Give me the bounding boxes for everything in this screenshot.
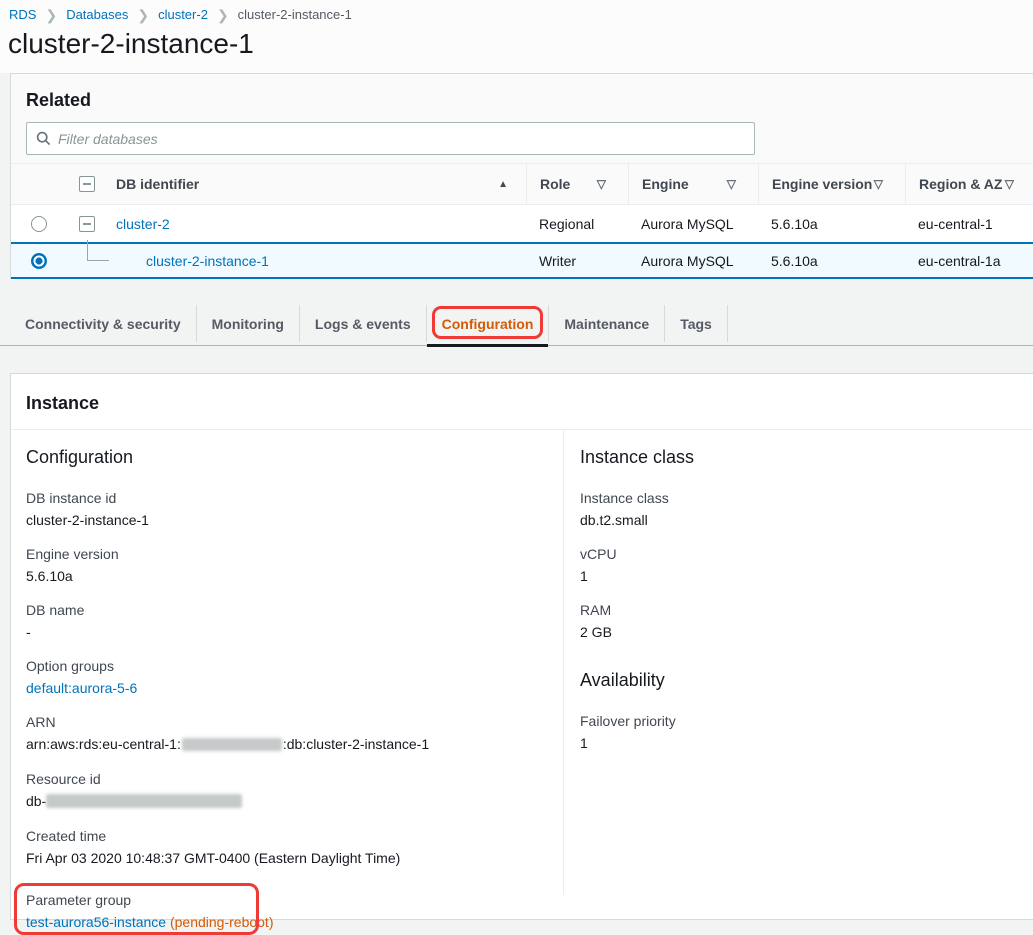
filter-databases-box[interactable]	[26, 122, 755, 155]
column-label-engine-version: Engine version	[772, 176, 872, 192]
redacted-resource-id	[46, 794, 242, 808]
configuration-heading: Configuration	[26, 447, 548, 468]
availability-heading: Availability	[580, 670, 1033, 691]
column-label-engine: Engine	[642, 176, 689, 192]
breadcrumb-link-rds[interactable]: RDS	[9, 7, 36, 22]
filter-icon[interactable]: ▽	[597, 177, 606, 191]
filter-icon[interactable]: ▽	[874, 177, 883, 191]
instance-class-column: Instance class Instance class db.t2.smal…	[563, 430, 1033, 895]
collapse-all-checkbox-icon[interactable]	[79, 176, 95, 192]
header-db-identifier[interactable]: DB identifier ▲	[66, 164, 526, 204]
header-select-cell	[11, 164, 66, 204]
field-option-groups: Option groups default:aurora-5-6	[26, 658, 548, 696]
rds-console-screen: RDS ❯ Databases ❯ cluster-2 ❯ cluster-2-…	[0, 0, 1033, 928]
field-failover-priority: Failover priority 1	[580, 713, 1033, 751]
header-region-az[interactable]: Region & AZ ▽	[905, 164, 1033, 204]
filter-databases-input[interactable]	[58, 131, 745, 147]
field-instance-class: Instance class db.t2.small	[580, 490, 1033, 528]
cell-engine: Aurora MySQL	[628, 244, 758, 277]
page-title: cluster-2-instance-1	[8, 28, 254, 60]
tab-configuration[interactable]: Configuration	[427, 305, 550, 342]
cell-engine: Aurora MySQL	[628, 205, 758, 242]
cell-region-az: eu-central-1	[905, 205, 1033, 242]
row-radio-selected[interactable]	[31, 253, 47, 269]
field-parameter-group: Parameter group test-aurora56-instance (…	[26, 892, 548, 930]
detail-tabs: Connectivity & security Monitoring Logs …	[0, 301, 1033, 346]
breadcrumb-chevron-icon: ❯	[217, 8, 229, 22]
tab-connectivity-security[interactable]: Connectivity & security	[10, 305, 197, 342]
tab-maintenance[interactable]: Maintenance	[549, 305, 665, 342]
column-label-role: Role	[540, 176, 570, 192]
collapse-row-icon[interactable]	[79, 216, 95, 232]
breadcrumb-current: cluster-2-instance-1	[238, 7, 352, 22]
field-db-name: DB name -	[26, 602, 548, 640]
field-engine-version: Engine version 5.6.10a	[26, 546, 548, 584]
db-link-cluster-2-instance-1[interactable]: cluster-2-instance-1	[146, 253, 269, 269]
search-icon	[36, 131, 51, 146]
field-ram: RAM 2 GB	[580, 602, 1033, 640]
configuration-column: Configuration DB instance id cluster-2-i…	[11, 430, 563, 919]
table-header-row: DB identifier ▲ Role ▽ Engine ▽ Engine v…	[11, 163, 1033, 205]
header-engine-version[interactable]: Engine version ▽	[758, 164, 905, 204]
field-resource-id: Resource id db-	[26, 771, 548, 810]
column-label-region-az: Region & AZ	[919, 176, 1002, 192]
tab-logs-events[interactable]: Logs & events	[300, 305, 427, 342]
cell-region-az: eu-central-1a	[905, 244, 1033, 277]
instance-panel-title: Instance	[26, 393, 99, 413]
field-created-time: Created time Fri Apr 03 2020 10:48:37 GM…	[26, 828, 548, 866]
breadcrumb: RDS ❯ Databases ❯ cluster-2 ❯ cluster-2-…	[9, 7, 352, 22]
tab-tags[interactable]: Tags	[665, 305, 728, 342]
related-panel-title: Related	[26, 90, 91, 111]
redacted-account-id	[182, 738, 282, 751]
table-row-cluster-2[interactable]: cluster-2 Regional Aurora MySQL 5.6.10a …	[11, 205, 1033, 242]
tree-connector-line	[87, 240, 109, 261]
tab-monitoring[interactable]: Monitoring	[197, 305, 300, 342]
page-header-band: RDS ❯ Databases ❯ cluster-2 ❯ cluster-2-…	[0, 0, 1033, 73]
header-role[interactable]: Role ▽	[526, 164, 628, 204]
cell-engine-version: 5.6.10a	[758, 244, 905, 277]
breadcrumb-chevron-icon: ❯	[137, 8, 149, 22]
table-row-cluster-2-instance-1[interactable]: cluster-2-instance-1 Writer Aurora MySQL…	[11, 242, 1033, 279]
header-engine[interactable]: Engine ▽	[628, 164, 758, 204]
databases-table: DB identifier ▲ Role ▽ Engine ▽ Engine v…	[11, 163, 1033, 279]
db-link-cluster-2[interactable]: cluster-2	[116, 216, 170, 232]
breadcrumb-link-cluster-2[interactable]: cluster-2	[158, 7, 208, 22]
breadcrumb-link-databases[interactable]: Databases	[66, 7, 128, 22]
field-vcpu: vCPU 1	[580, 546, 1033, 584]
cell-engine-version: 5.6.10a	[758, 205, 905, 242]
related-panel: Related DB identifier ▲ Role ▽	[10, 73, 1033, 279]
filter-icon[interactable]: ▽	[727, 177, 736, 191]
filter-icon[interactable]: ▽	[1005, 177, 1014, 191]
breadcrumb-chevron-icon: ❯	[45, 8, 57, 22]
cell-role: Writer	[526, 244, 628, 277]
sort-ascending-icon[interactable]: ▲	[498, 179, 508, 190]
column-label-db-identifier: DB identifier	[116, 176, 199, 192]
field-db-instance-id: DB instance id cluster-2-instance-1	[26, 490, 548, 528]
cell-role: Regional	[526, 205, 628, 242]
option-group-link[interactable]: default:aurora-5-6	[26, 680, 137, 696]
instance-class-heading: Instance class	[580, 447, 1033, 468]
row-radio-unselected[interactable]	[31, 216, 47, 232]
instance-panel: Instance Configuration DB instance id cl…	[10, 373, 1033, 920]
field-arn: ARN arn:aws:rds:eu-central-1::db:cluster…	[26, 714, 548, 753]
